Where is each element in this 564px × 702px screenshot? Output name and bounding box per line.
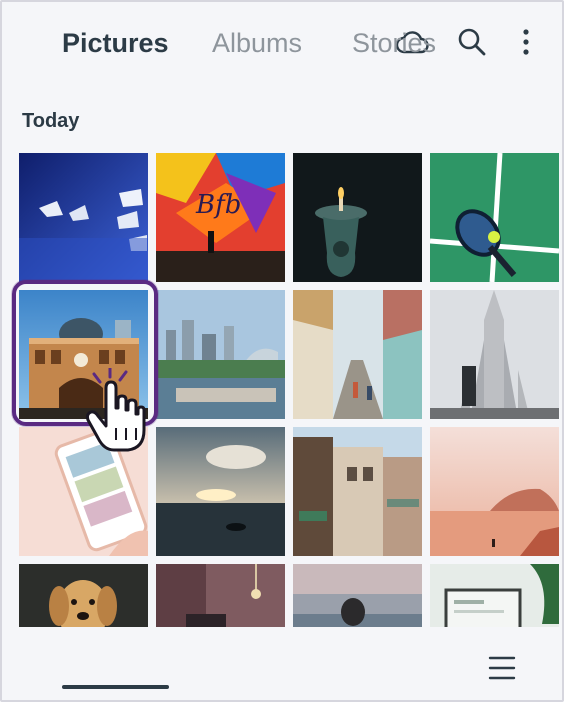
photo-candle[interactable] [293, 153, 422, 282]
photo-desert-rocks[interactable] [430, 427, 559, 556]
photo-phone-gallery[interactable] [19, 427, 148, 556]
photo-interior-room[interactable] [156, 564, 285, 627]
photo-dog[interactable] [19, 564, 148, 627]
search-icon [458, 28, 486, 56]
hamburger-menu-icon[interactable] [486, 652, 518, 684]
tab-albums[interactable]: Albums [212, 28, 302, 59]
tab-stories[interactable]: Stories [352, 28, 436, 59]
photo-old-buildings[interactable] [293, 427, 422, 556]
photo-paper-boats[interactable] [19, 153, 148, 282]
photo-beach-person[interactable] [293, 564, 422, 627]
section-title: Today [22, 110, 80, 132]
photo-laptop-desk[interactable] [430, 564, 559, 627]
more-vertical-icon [523, 29, 529, 55]
svg-text:Bfb: Bfb [195, 190, 241, 220]
photo-tennis-racket[interactable] [430, 153, 559, 282]
photo-city-waterfront[interactable] [156, 290, 285, 419]
more-options-button[interactable] [508, 24, 544, 60]
photo-flinders-street-station[interactable] [19, 290, 148, 419]
bottom-tab-bar [2, 627, 562, 700]
photo-grid: Bfb [19, 153, 560, 627]
search-button[interactable] [454, 24, 490, 60]
active-tab-indicator [62, 685, 169, 689]
photo-hallgrimskirkja-church[interactable] [430, 290, 559, 419]
photo-colorful-street[interactable] [293, 290, 422, 419]
gallery-app: Today Bfb Pictures Albums Stories [0, 0, 564, 702]
photo-graffiti-wall[interactable]: Bfb [156, 153, 285, 282]
tab-pictures[interactable]: Pictures [62, 28, 169, 59]
photo-sea-sunset[interactable] [156, 427, 285, 556]
